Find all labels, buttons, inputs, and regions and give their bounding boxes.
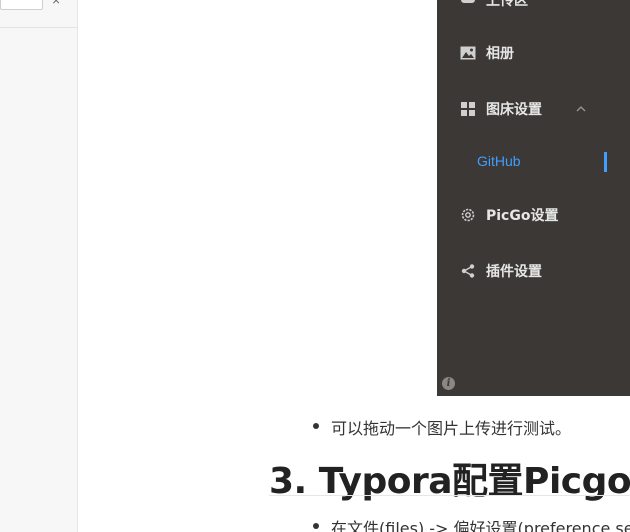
submenu-item-github[interactable]: GitHub [437, 144, 630, 180]
menu-item-label: 相册 [486, 46, 514, 62]
bullet-dot [313, 523, 319, 529]
submenu-item-label: GitHub [477, 153, 521, 169]
menu-item-plugin-settings[interactable]: 插件设置 [437, 251, 630, 291]
upload-icon [460, 0, 476, 8]
close-icon[interactable]: × [52, 0, 60, 8]
search-input[interactable] [0, 0, 43, 10]
heading-rule [269, 495, 630, 496]
bullet-dot [313, 423, 319, 429]
menu-item-label: 上传区 [486, 0, 528, 9]
file-sidebar: × [0, 0, 78, 532]
grid-icon [460, 101, 476, 117]
divider [0, 27, 78, 28]
menu-item-label: 图床设置 [486, 102, 542, 118]
picgo-window: 上传区 相册 图床设置 GitHub PicGo设置 插件设置 i [437, 0, 630, 396]
gear-icon [460, 207, 476, 223]
menu-item-label: PicGo设置 [486, 208, 559, 224]
menu-item-picgo-settings[interactable]: PicGo设置 [437, 195, 630, 235]
menu-item-gallery[interactable]: 相册 [437, 33, 630, 73]
menu-item-upload[interactable]: 上传区 [437, 0, 630, 20]
chevron-up-icon[interactable] [574, 102, 588, 116]
share-icon [460, 263, 476, 279]
image-icon [460, 45, 476, 61]
list-item-text: 在文件(files) -> 偏好设置(preference setti [331, 519, 630, 532]
active-indicator [604, 152, 607, 172]
info-icon[interactable]: i [442, 377, 455, 390]
list-item-text: 可以拖动一个图片上传进行测试。 [331, 419, 572, 438]
menu-item-picbed-settings[interactable]: 图床设置 [437, 89, 630, 129]
menu-item-label: 插件设置 [486, 264, 542, 280]
section-heading: 3. Typora配置Picgo [269, 461, 630, 502]
